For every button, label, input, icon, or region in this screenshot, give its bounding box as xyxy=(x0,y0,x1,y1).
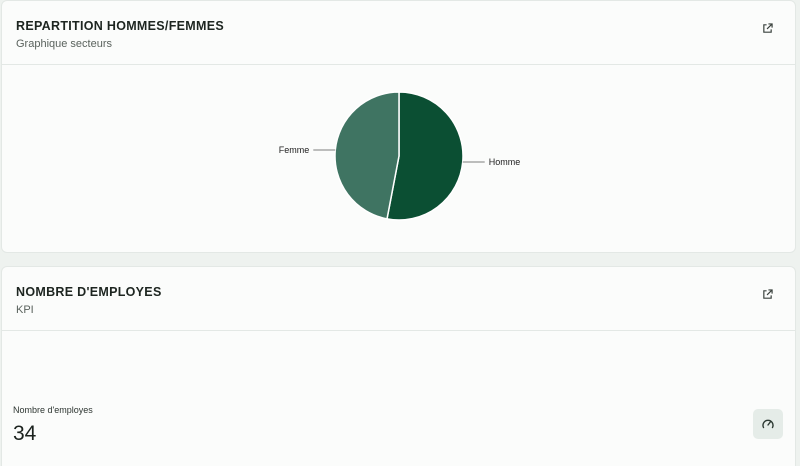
pie-label-homme: Homme xyxy=(489,157,521,167)
external-link-icon[interactable] xyxy=(762,23,773,34)
kpi-card-header: NOMBRE D'EMPLOYES KPI xyxy=(2,267,795,331)
pie-label-femme: Femme xyxy=(279,145,310,155)
pie-chart-area: Homme Femme xyxy=(2,65,795,253)
gauge-icon xyxy=(762,419,774,429)
kpi-card: NOMBRE D'EMPLOYES KPI Nombre d'employes … xyxy=(1,266,796,466)
pie-slice-femme[interactable] xyxy=(334,91,400,220)
pie-card-subtitle: Graphique secteurs xyxy=(16,38,112,50)
kpi-card-subtitle: KPI xyxy=(16,304,34,316)
chart-type-button[interactable] xyxy=(753,409,783,439)
pie-chart-card: REPARTITION HOMMES/FEMMES Graphique sect… xyxy=(1,0,796,253)
external-link-icon[interactable] xyxy=(762,289,773,300)
pie-card-header: REPARTITION HOMMES/FEMMES Graphique sect… xyxy=(2,1,795,65)
pie-card-title: REPARTITION HOMMES/FEMMES xyxy=(16,19,224,33)
kpi-value: 34 xyxy=(13,422,37,445)
pie-chart: Homme Femme xyxy=(279,91,521,221)
kpi-label: Nombre d'employes xyxy=(13,405,93,415)
kpi-card-title: NOMBRE D'EMPLOYES xyxy=(16,285,162,299)
